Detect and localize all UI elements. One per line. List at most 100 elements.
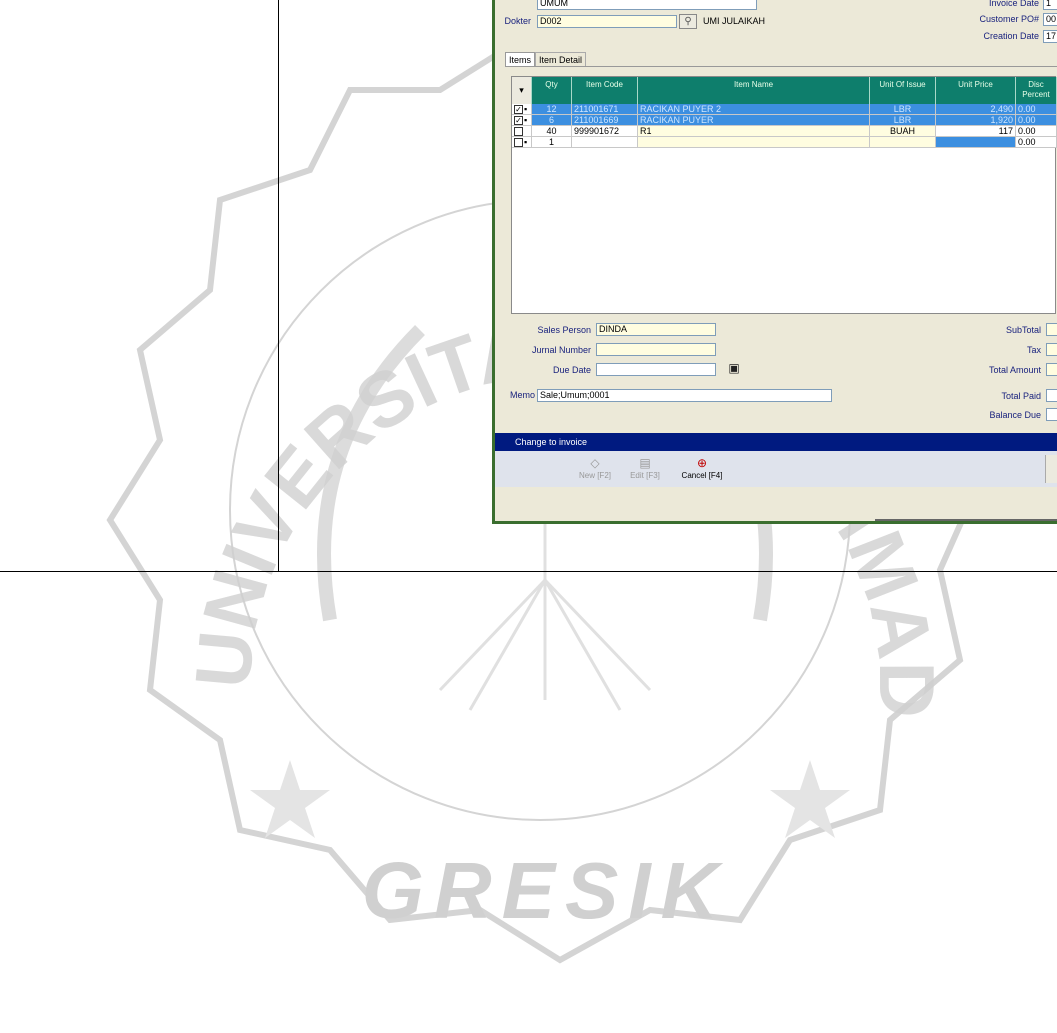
col-disc-header[interactable]: Disc Percent bbox=[1016, 77, 1057, 104]
row-checkbox[interactable] bbox=[514, 127, 523, 136]
balance-due-label: Balance Due bbox=[989, 410, 1041, 420]
new-diamond-icon: ◇ bbox=[590, 456, 600, 470]
unit-cell[interactable]: LBR bbox=[870, 104, 936, 115]
row-checkbox-cell[interactable]: ▪ bbox=[512, 137, 532, 148]
qty-cell[interactable]: 1 bbox=[532, 137, 572, 148]
item-code-cell[interactable] bbox=[572, 137, 638, 148]
disc-cell[interactable]: 0.00 bbox=[1016, 115, 1057, 126]
creation-date-field[interactable]: 17 bbox=[1043, 30, 1057, 43]
row-checkbox[interactable] bbox=[514, 138, 523, 147]
col-unit-header[interactable]: Unit Of Issue bbox=[870, 77, 936, 104]
creation-date-label: Creation Date bbox=[983, 31, 1039, 41]
jurnal-number-label: Jurnal Number bbox=[531, 345, 591, 355]
qty-cell[interactable]: 6 bbox=[532, 115, 572, 126]
total-amount-field bbox=[1046, 363, 1057, 376]
due-date-label: Due Date bbox=[552, 365, 591, 375]
calendar-icon: ▣ bbox=[728, 361, 740, 375]
qty-cell[interactable]: 12 bbox=[532, 104, 572, 115]
total-paid-field[interactable] bbox=[1046, 389, 1057, 402]
item-code-cell[interactable]: 211001671 bbox=[572, 104, 638, 115]
cancel-button-label: Cancel [F4] bbox=[681, 471, 723, 480]
dokter-lookup-button[interactable]: ⚲ bbox=[679, 14, 697, 29]
due-date-calendar-button[interactable]: ▣ bbox=[725, 362, 743, 377]
qty-cell[interactable]: 40 bbox=[532, 126, 572, 137]
sales-invoice-window: Pasien UMUM Dokter D002 ⚲ UMI JULAIKAH I… bbox=[492, 0, 1057, 524]
row-checkbox-cell[interactable] bbox=[512, 126, 532, 137]
document-table-bottom-rule bbox=[0, 571, 1057, 572]
status-bar: Change to invoice bbox=[495, 433, 1057, 451]
col-item-code-header[interactable]: Item Code bbox=[572, 77, 638, 104]
row-expander-icon: ▪ bbox=[524, 115, 528, 125]
jurnal-number-field[interactable] bbox=[596, 343, 716, 356]
row-checkbox-cell[interactable]: ✓ ▪ bbox=[512, 115, 532, 126]
row-checkbox-cell[interactable]: ✓ ▪ bbox=[512, 104, 532, 115]
new-button-label: New [F2] bbox=[578, 471, 611, 480]
tab-item-detail[interactable]: Item Detail bbox=[535, 52, 587, 67]
memo-field[interactable]: Sale;Umum;0001 bbox=[537, 389, 832, 402]
action-toolbar: ◇ New [F2] ▤ Edit [F3] ⊕ Cancel [F4] bbox=[495, 451, 1057, 487]
disc-cell[interactable]: 0.00 bbox=[1016, 137, 1057, 148]
dropdown-arrow-icon: ▾ bbox=[519, 85, 524, 95]
dokter-code-field[interactable]: D002 bbox=[537, 15, 677, 28]
col-unit-price-header[interactable]: Unit Price bbox=[936, 77, 1016, 104]
item-name-cell[interactable]: R1 bbox=[638, 126, 870, 137]
tax-label: Tax bbox=[1026, 345, 1041, 355]
new-button[interactable]: ◇ New [F2] bbox=[575, 455, 615, 480]
total-paid-label: Total Paid bbox=[1001, 391, 1041, 401]
unit-cell[interactable] bbox=[870, 137, 936, 148]
subtotal-label: SubTotal bbox=[1005, 325, 1041, 335]
edit-button-label: Edit [F3] bbox=[630, 471, 660, 480]
unit-price-cell[interactable]: 2,490 bbox=[936, 104, 1016, 115]
disc-cell[interactable]: 0.00 bbox=[1016, 104, 1057, 115]
items-grid: ▾ Qty Item Code Item Name Unit Of Issue … bbox=[511, 76, 1057, 314]
item-code-cell[interactable]: 211001669 bbox=[572, 115, 638, 126]
unit-price-cell[interactable]: 1,920 bbox=[936, 115, 1016, 126]
table-row[interactable]: ✓ ▪ 12 211001671 RACIKAN PUYER 2 LBR 2,49… bbox=[512, 104, 1057, 115]
dokter-name: UMI JULAIKAH bbox=[703, 16, 766, 26]
lookup-icon: ⚲ bbox=[684, 16, 692, 27]
item-name-cell[interactable]: RACIKAN PUYER 2 bbox=[638, 104, 870, 115]
customer-po-field[interactable]: 00 bbox=[1043, 13, 1057, 26]
due-date-field[interactable] bbox=[596, 363, 716, 376]
side-button-stack[interactable] bbox=[1045, 455, 1057, 483]
table-row[interactable]: 40 999901672 R1 BUAH 117 0.00 bbox=[512, 126, 1057, 137]
row-selector-header[interactable]: ▾ bbox=[512, 77, 532, 104]
row-expander-icon: ▪ bbox=[524, 137, 528, 147]
tab-items[interactable]: Items bbox=[505, 52, 536, 67]
row-checkbox[interactable]: ✓ bbox=[514, 116, 523, 125]
total-amount-label: Total Amount bbox=[988, 365, 1041, 375]
cancel-button[interactable]: ⊕ Cancel [F4] bbox=[675, 455, 729, 480]
pasien-field[interactable]: UMUM bbox=[537, 0, 757, 10]
col-item-name-header[interactable]: Item Name bbox=[638, 77, 870, 104]
row-checkbox[interactable]: ✓ bbox=[514, 105, 523, 114]
sales-person-label: Sales Person bbox=[537, 325, 591, 335]
cancel-icon: ⊕ bbox=[696, 456, 708, 470]
table-row[interactable]: ✓ ▪ 6 211001669 RACIKAN PUYER LBR 1,920 0… bbox=[512, 115, 1057, 126]
window-bottom-edge bbox=[875, 519, 1057, 521]
row-expander-icon: ▪ bbox=[524, 104, 528, 114]
unit-price-cell[interactable]: 117 bbox=[936, 126, 1016, 137]
unit-price-cell[interactable] bbox=[936, 137, 1016, 148]
edit-document-icon: ▤ bbox=[639, 456, 651, 470]
item-name-cell[interactable] bbox=[638, 137, 870, 148]
document-table-divider bbox=[278, 0, 279, 572]
col-qty-header[interactable]: Qty bbox=[532, 77, 572, 104]
tab-underline bbox=[505, 66, 1057, 67]
table-row[interactable]: ▪ 1 0.00 bbox=[512, 137, 1057, 148]
item-code-cell[interactable]: 999901672 bbox=[572, 126, 638, 137]
customer-po-label: Customer PO# bbox=[979, 14, 1039, 24]
unit-cell[interactable]: BUAH bbox=[870, 126, 936, 137]
dokter-label: Dokter bbox=[504, 16, 531, 26]
sales-person-field[interactable]: DINDA bbox=[596, 323, 716, 336]
subtotal-field bbox=[1046, 323, 1057, 336]
invoice-date-field[interactable]: 1 bbox=[1043, 0, 1057, 10]
tax-field bbox=[1046, 343, 1057, 356]
memo-label: Memo bbox=[509, 390, 535, 400]
unit-cell[interactable]: LBR bbox=[870, 115, 936, 126]
seal-bottom-text: GRESIK bbox=[362, 846, 729, 935]
item-name-cell[interactable]: RACIKAN PUYER bbox=[638, 115, 870, 126]
invoice-date-label: Invoice Date bbox=[988, 0, 1039, 8]
disc-cell[interactable]: 0.00 bbox=[1016, 126, 1057, 137]
window-bottom-strip bbox=[495, 487, 1057, 521]
edit-button[interactable]: ▤ Edit [F3] bbox=[625, 455, 665, 480]
